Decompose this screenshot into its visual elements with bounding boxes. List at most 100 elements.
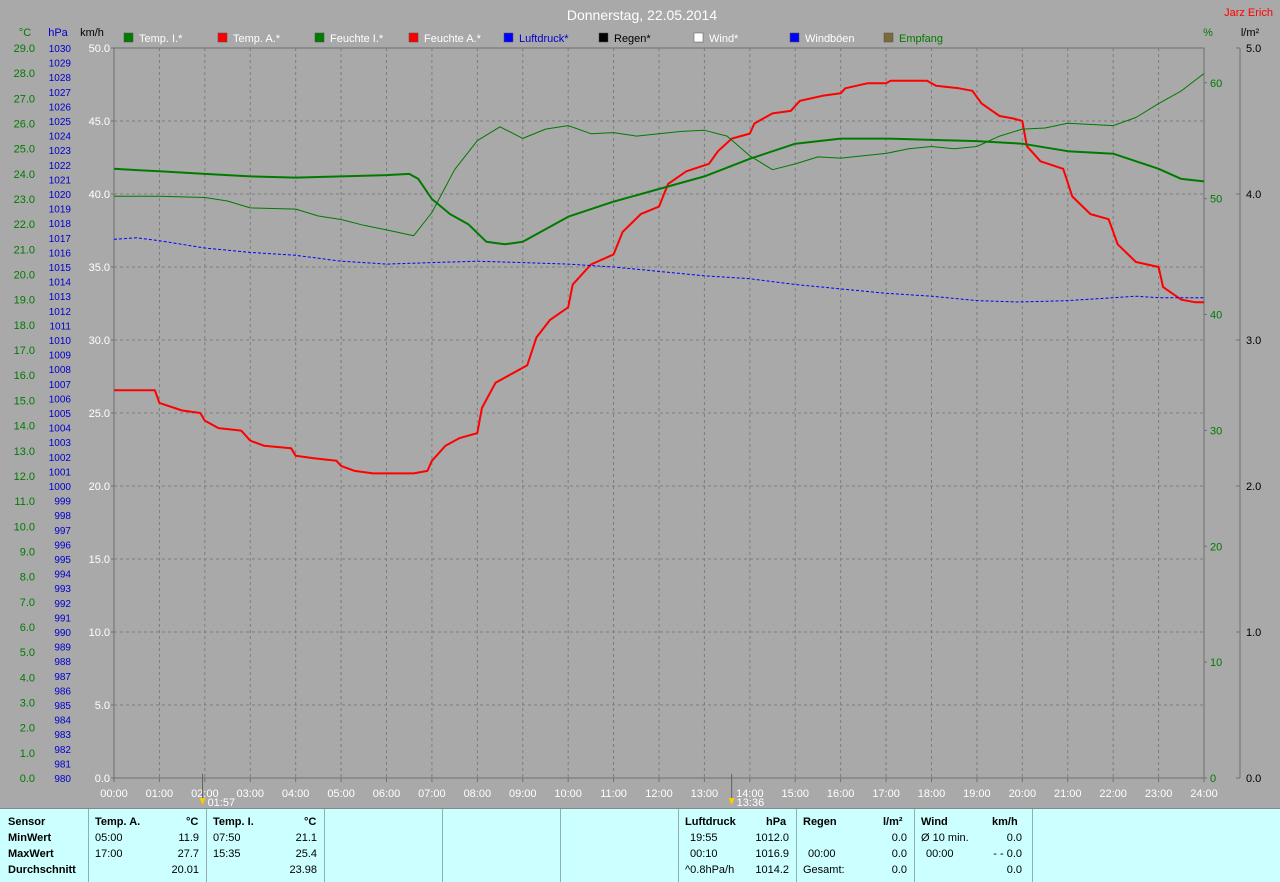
hpa-tick: 1007 bbox=[49, 380, 72, 391]
rain-tick: 2.0 bbox=[1246, 481, 1261, 493]
pressure-min-value: 1012.0 bbox=[755, 832, 789, 844]
time-tick: 07:00 bbox=[418, 788, 446, 800]
time-tick: 04:00 bbox=[282, 788, 310, 800]
legend-swatch bbox=[314, 32, 325, 43]
kmh-tick: 45.0 bbox=[89, 116, 110, 128]
rain-tick: 1.0 bbox=[1246, 627, 1261, 639]
time-tick: 13:00 bbox=[691, 788, 719, 800]
rain-tick: 4.0 bbox=[1246, 189, 1261, 201]
temp-a-min-value: 11.9 bbox=[178, 832, 199, 844]
pressure-trend: ^0.8hPa/h bbox=[685, 864, 735, 876]
hpa-tick: 1005 bbox=[49, 409, 72, 420]
column-divider bbox=[324, 809, 325, 882]
kmh-tick: 30.0 bbox=[89, 335, 110, 347]
kmh-tick: 15.0 bbox=[89, 554, 110, 566]
hpa-tick: 1015 bbox=[49, 263, 72, 274]
hpa-tick: 1030 bbox=[49, 44, 72, 55]
celsius-tick: 24.0 bbox=[14, 169, 35, 181]
column-divider bbox=[796, 809, 797, 882]
legend-label: Feuchte A.* bbox=[424, 33, 482, 45]
celsius-tick: 29.0 bbox=[14, 43, 35, 55]
hpa-tick: 1021 bbox=[49, 175, 72, 186]
hpa-tick: 1026 bbox=[49, 102, 72, 113]
celsius-tick: 15.0 bbox=[14, 395, 35, 407]
rain-tick: 0.0 bbox=[1246, 773, 1261, 785]
hpa-tick: 1012 bbox=[49, 307, 72, 318]
humidity-tick: 20 bbox=[1210, 541, 1222, 553]
temp-a-min-time: 05:00 bbox=[95, 832, 123, 844]
time-tick: 18:00 bbox=[918, 788, 946, 800]
celsius-tick: 2.0 bbox=[20, 723, 35, 735]
time-tick: 11:00 bbox=[600, 788, 627, 800]
legend-swatch bbox=[503, 32, 514, 43]
hpa-tick: 997 bbox=[54, 526, 71, 537]
percent-unit-label: % bbox=[1203, 27, 1213, 39]
hpa-unit-label: hPa bbox=[48, 27, 68, 39]
column-divider bbox=[914, 809, 915, 882]
kmh-tick: 40.0 bbox=[89, 189, 110, 201]
hpa-tick: 982 bbox=[54, 745, 71, 756]
temp-a-header: Temp. A. bbox=[95, 816, 141, 828]
time-tick: 17:00 bbox=[872, 788, 900, 800]
hpa-tick: 1004 bbox=[49, 424, 72, 435]
summary-panel: Sensor MinWert MaxWert Durchschnitt Temp… bbox=[0, 808, 1280, 882]
hpa-tick: 987 bbox=[54, 672, 71, 683]
hpa-tick: 1014 bbox=[49, 278, 72, 289]
legend-label: Temp. I.* bbox=[139, 33, 183, 45]
column-divider bbox=[442, 809, 443, 882]
wind-header: Wind bbox=[921, 816, 948, 828]
time-tick: 19:00 bbox=[963, 788, 991, 800]
wind-avg-value: 0.0 bbox=[1006, 832, 1022, 844]
temp-a-avg-value: 20.01 bbox=[171, 864, 199, 876]
legend-label: Windböen bbox=[805, 33, 855, 45]
time-tick: 21:00 bbox=[1054, 788, 1082, 800]
marker-triangle-icon bbox=[728, 798, 735, 805]
hpa-tick: 1001 bbox=[49, 467, 72, 478]
temp-i-max-value: 25.4 bbox=[295, 848, 317, 860]
time-tick: 12:00 bbox=[645, 788, 673, 800]
pressure-avg-value: 1014.2 bbox=[755, 864, 789, 876]
weather-chart: Donnerstag, 22.05.2014 Jarz Erich Temp. … bbox=[14, 7, 1273, 808]
row-label-min: MinWert bbox=[8, 832, 52, 844]
hpa-tick: 1017 bbox=[49, 234, 72, 245]
kmh-tick: 10.0 bbox=[89, 627, 110, 639]
legend-label: Temp. A.* bbox=[233, 33, 281, 45]
rain-header: Regen bbox=[803, 816, 837, 828]
time-tick: 24:00 bbox=[1190, 788, 1218, 800]
kmh-tick: 25.0 bbox=[89, 408, 110, 420]
hpa-tick: 991 bbox=[54, 613, 71, 624]
hpa-tick: 983 bbox=[54, 730, 71, 741]
pressure-max-time: 00:10 bbox=[690, 848, 718, 860]
rain-tick: 3.0 bbox=[1246, 335, 1261, 347]
kmh-tick: 50.0 bbox=[89, 43, 110, 55]
temp-i-min-time: 07:50 bbox=[213, 832, 241, 844]
celsius-tick: 9.0 bbox=[20, 546, 35, 558]
humidity-tick: 60 bbox=[1210, 78, 1222, 90]
hpa-tick: 990 bbox=[54, 628, 71, 639]
legend-label: Wind* bbox=[709, 33, 739, 45]
celsius-tick: 17.0 bbox=[14, 345, 35, 357]
legend-label: Feuchte I.* bbox=[330, 33, 384, 45]
hpa-tick: 996 bbox=[54, 540, 71, 551]
temp-i-avg-value: 23.98 bbox=[289, 864, 317, 876]
celsius-tick: 11.0 bbox=[14, 496, 35, 508]
wind-gust-value: - - 0.0 bbox=[993, 848, 1022, 860]
hpa-tick: 1003 bbox=[49, 438, 72, 449]
time-tick: 20:00 bbox=[1009, 788, 1037, 800]
temp-i-unit: °C bbox=[304, 816, 317, 828]
legend-label: Regen* bbox=[614, 33, 651, 45]
author-label: Jarz Erich bbox=[1224, 7, 1273, 19]
legend-label: Empfang bbox=[899, 33, 943, 45]
celsius-tick: 14.0 bbox=[14, 421, 35, 433]
time-tick: 05:00 bbox=[327, 788, 355, 800]
hpa-tick: 989 bbox=[54, 643, 71, 654]
temp-i-min-value: 21.1 bbox=[295, 832, 317, 844]
legend: Temp. I.* Temp. A.* Feuchte I.* Feuchte A.*… bbox=[123, 32, 943, 45]
time-tick: 01:00 bbox=[146, 788, 174, 800]
celsius-tick: 4.0 bbox=[20, 672, 35, 684]
humidity-tick: 30 bbox=[1210, 425, 1222, 437]
rain-unit: l/m² bbox=[883, 816, 903, 828]
column-divider bbox=[560, 809, 561, 882]
legend-swatch bbox=[598, 32, 609, 43]
row-label-sensor: Sensor bbox=[8, 816, 46, 828]
